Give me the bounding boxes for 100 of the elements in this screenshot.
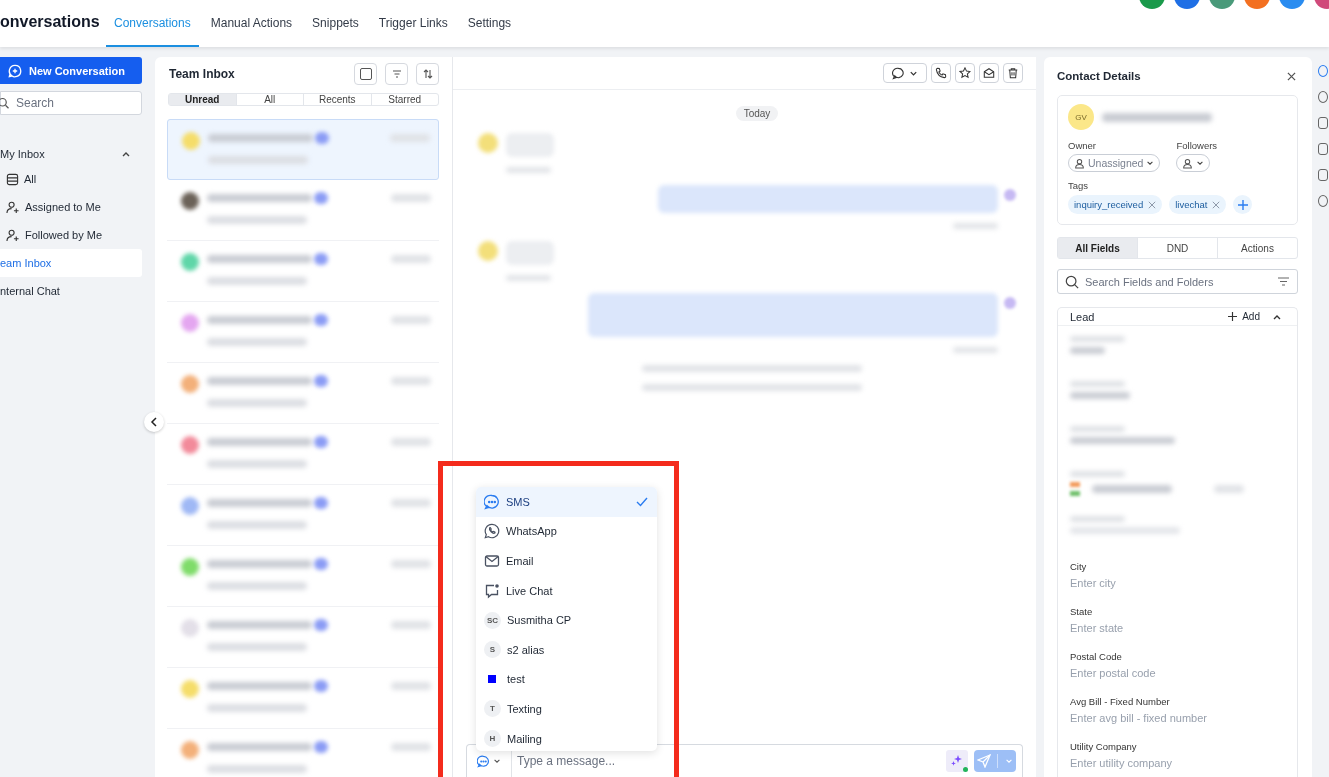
status-dot bbox=[963, 767, 968, 772]
blurred-text bbox=[391, 316, 431, 324]
nav-tab[interactable]: Settings bbox=[459, 0, 520, 47]
field-input[interactable]: Enter utility company bbox=[1070, 757, 1270, 769]
field-tab[interactable]: Actions bbox=[1218, 238, 1297, 258]
contact-avatar: GV bbox=[1068, 104, 1094, 130]
nav-tab[interactable]: Manual Actions bbox=[202, 0, 301, 47]
collapse-button[interactable] bbox=[144, 412, 164, 432]
inbox-item[interactable]: nternal Chat bbox=[0, 277, 142, 305]
blurred-text bbox=[391, 499, 431, 507]
field-input[interactable]: Enter state bbox=[1070, 622, 1270, 634]
blurred-badge bbox=[314, 558, 328, 570]
initials-avatar: H bbox=[484, 730, 501, 748]
inbox-item[interactable]: Followed by Me bbox=[0, 221, 142, 249]
remove-icon[interactable] bbox=[1148, 200, 1157, 209]
mail-button[interactable] bbox=[979, 63, 999, 83]
filter-tab[interactable]: Unread bbox=[169, 94, 237, 105]
blurred-text bbox=[391, 438, 431, 446]
channel-option[interactable]: test bbox=[476, 664, 657, 695]
search-input[interactable]: Search bbox=[14, 95, 128, 111]
caret-icon bbox=[1196, 159, 1205, 167]
caret-icon bbox=[493, 757, 501, 765]
field-label: City bbox=[1070, 561, 1088, 572]
blurred-badge bbox=[315, 132, 329, 144]
initials-avatar: SC bbox=[484, 611, 501, 629]
delete-button[interactable] bbox=[1003, 63, 1023, 83]
filter-icon bbox=[391, 69, 402, 79]
blurred-badge bbox=[314, 497, 328, 509]
field-label: Tags bbox=[1068, 180, 1090, 191]
inbox-item[interactable]: eam Inbox bbox=[0, 249, 142, 277]
blurred-badge bbox=[314, 619, 328, 631]
field-input[interactable]: Enter postal code bbox=[1070, 667, 1270, 679]
inbox-item[interactable]: All bbox=[0, 165, 142, 193]
channel-option[interactable]: SMS bbox=[476, 487, 657, 517]
channel-option[interactable]: Email bbox=[476, 546, 657, 576]
search-icon bbox=[0, 97, 10, 109]
mail-icon bbox=[484, 553, 500, 569]
field-input[interactable]: Enter city bbox=[1070, 577, 1270, 589]
call-button[interactable] bbox=[931, 63, 951, 83]
checkbox[interactable] bbox=[359, 68, 372, 80]
channel-button[interactable] bbox=[883, 63, 927, 83]
section-title: Lead bbox=[1070, 310, 1096, 323]
channel-option[interactable]: Live Chat bbox=[476, 575, 657, 606]
search-field[interactable]: Search bbox=[0, 91, 142, 115]
filter-button[interactable] bbox=[385, 63, 408, 85]
select-all-button[interactable] bbox=[354, 63, 377, 85]
plus-icon bbox=[1228, 312, 1238, 321]
avatar bbox=[478, 241, 498, 261]
nav-tab[interactable]: Conversations bbox=[106, 0, 199, 47]
send-icon bbox=[977, 754, 992, 768]
sparkle-icon bbox=[950, 754, 964, 768]
phone-bubble-icon bbox=[484, 523, 500, 540]
search-icon bbox=[1065, 274, 1079, 289]
app-title: onversations bbox=[0, 12, 101, 31]
add-field-button[interactable]: Add bbox=[1228, 311, 1260, 322]
nav-tab[interactable]: Snippets bbox=[304, 0, 367, 47]
blurred-text bbox=[391, 377, 431, 385]
blurred-text bbox=[391, 560, 431, 568]
field-input[interactable]: Enter avg bill - fixed number bbox=[1070, 712, 1270, 724]
avatar bbox=[478, 133, 498, 153]
user-plus-icon bbox=[6, 228, 20, 242]
blurred-text bbox=[1214, 485, 1244, 493]
blurred-text bbox=[391, 621, 431, 629]
field-label: Followers bbox=[1176, 140, 1218, 151]
star-button[interactable] bbox=[955, 63, 975, 83]
blurred-badge bbox=[314, 253, 328, 265]
sort-button[interactable] bbox=[416, 63, 439, 85]
filter-tab[interactable]: Recents bbox=[304, 94, 372, 105]
panel-title: Team Inbox bbox=[169, 67, 235, 81]
blurred-text bbox=[1070, 392, 1130, 399]
tag-label: inquiry_received bbox=[1074, 199, 1144, 210]
field-tab[interactable]: All Fields bbox=[1058, 238, 1138, 258]
nav-tab[interactable]: Trigger Links bbox=[370, 0, 456, 47]
filter-tab[interactable]: Starred bbox=[371, 94, 438, 105]
sort-icon bbox=[422, 69, 433, 79]
channel-option[interactable]: SC Susmitha CP bbox=[476, 605, 657, 635]
ai-button[interactable] bbox=[946, 750, 968, 772]
section-header[interactable]: My Inbox bbox=[0, 143, 142, 165]
field-search[interactable]: Search Fields and Folders bbox=[1057, 269, 1298, 294]
search-input[interactable]: Search Fields and Folders bbox=[1083, 274, 1274, 289]
filter-tab[interactable]: All bbox=[236, 94, 304, 105]
trash-icon bbox=[1007, 67, 1019, 79]
tag-chip[interactable]: livechat bbox=[1169, 195, 1227, 214]
avatar bbox=[1004, 189, 1016, 201]
channel-option[interactable]: WhatsApp bbox=[476, 516, 657, 547]
plus-icon bbox=[1237, 199, 1248, 210]
new-conversation-button[interactable]: New Conversation bbox=[0, 57, 142, 84]
user-icon bbox=[1182, 157, 1194, 169]
add-tag-button[interactable] bbox=[1233, 195, 1253, 214]
remove-icon[interactable] bbox=[1212, 200, 1221, 209]
filter-icon[interactable] bbox=[1278, 277, 1289, 286]
send-button[interactable] bbox=[974, 750, 1016, 772]
mail-icon bbox=[983, 67, 995, 79]
field-tab[interactable]: DND bbox=[1138, 238, 1218, 258]
inbox-item[interactable]: Assigned to Me bbox=[0, 193, 142, 221]
channel-option[interactable]: T Texting bbox=[476, 694, 657, 724]
blurred-flag bbox=[1070, 482, 1080, 496]
tag-chip[interactable]: inquiry_received bbox=[1068, 195, 1163, 214]
channel-option[interactable]: S s2 alias bbox=[476, 634, 657, 665]
user-plus-icon bbox=[6, 200, 20, 214]
